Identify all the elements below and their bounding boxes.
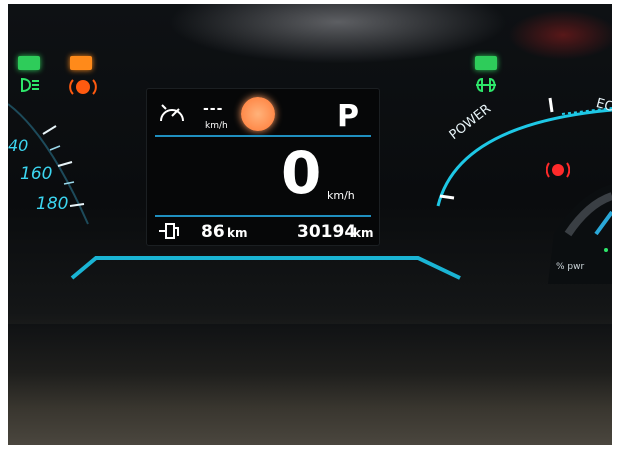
gear-indicator: P (337, 99, 359, 134)
glare (168, 4, 508, 64)
cruise-speed-value: --- (203, 101, 224, 117)
sun-icon (241, 97, 275, 131)
instrument-cluster-photo: 40 160 180 --- km/h P 0 km/h 86 km 30194… (8, 4, 612, 445)
red-glow (508, 10, 612, 60)
power-gauge-arc (436, 97, 612, 284)
green-indicator-bar (18, 56, 40, 70)
cruise-speed-unit: km/h (205, 121, 228, 131)
cyan-contour-line (70, 256, 461, 280)
green-indicator-bar-right (475, 56, 497, 70)
speed-tick-40: 40 (8, 136, 29, 155)
speed-tick-180: 180 (36, 194, 69, 214)
battery-label: % pwr (556, 262, 585, 272)
cruise-control-icon (160, 104, 184, 122)
brake-warning-icon (546, 162, 570, 178)
speed-value: 0 (281, 139, 322, 207)
display-separator-top (155, 135, 371, 137)
odometer-unit: km (353, 226, 374, 240)
speed-unit: km/h (327, 189, 355, 202)
central-display: --- km/h P 0 km/h 86 km 30194 km (146, 88, 380, 246)
range-unit: km (227, 226, 248, 240)
dashboard-shade (8, 324, 612, 445)
amber-indicator-bar (70, 56, 92, 70)
speed-tick-160: 160 (20, 164, 53, 184)
range-value: 86 (201, 222, 225, 242)
headlight-icon (21, 77, 39, 93)
display-separator-bottom (155, 215, 371, 217)
odometer-value: 30194 (297, 222, 357, 242)
fuel-pump-icon (159, 223, 179, 239)
